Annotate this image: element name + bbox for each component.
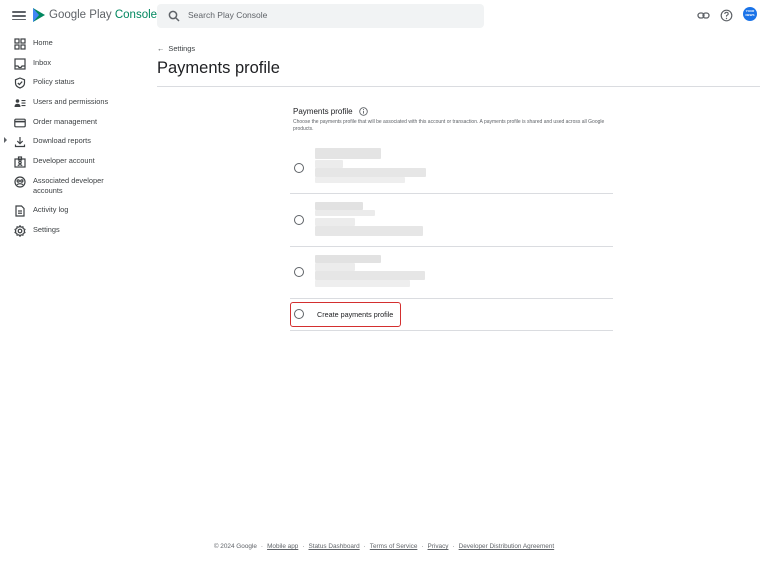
sidebar-item-home[interactable]: Home [0, 35, 150, 55]
radio-button[interactable] [294, 163, 304, 173]
footer-link-privacy[interactable]: Privacy [428, 543, 449, 550]
redacted-text [315, 218, 355, 226]
page-title: Payments profile [157, 59, 280, 77]
redacted-text [315, 202, 363, 210]
redacted-text [315, 280, 410, 287]
top-app-bar: Google Play Console Search Play Console … [0, 0, 768, 32]
credit-card-icon [14, 118, 26, 128]
redacted-text [315, 160, 343, 168]
hamburger-menu-icon[interactable] [12, 9, 26, 23]
search-input[interactable]: Search Play Console [157, 4, 484, 28]
section-title: Payments profile [293, 107, 353, 116]
title-divider [157, 86, 760, 87]
sidebar-item-activity-log[interactable]: Activity log [0, 202, 150, 222]
footer-copyright: © 2024 Google [213, 543, 257, 550]
document-icon [15, 205, 25, 217]
back-to-settings-link[interactable]: ← Settings [157, 44, 195, 53]
grid-icon [14, 38, 26, 50]
redacted-text [315, 148, 381, 159]
payments-profile-option[interactable] [290, 140, 613, 192]
radio-button[interactable] [294, 267, 304, 277]
search-placeholder: Search Play Console [188, 10, 268, 20]
linked-accounts-icon [14, 176, 26, 188]
footer-link-terms-of-service[interactable]: Terms of Service [370, 543, 418, 550]
sidebar-item-label: Policy status [33, 77, 75, 87]
payments-profile-option[interactable] [290, 247, 613, 298]
help-icon[interactable] [720, 9, 733, 22]
info-icon[interactable] [359, 107, 368, 116]
back-arrow-icon: ← [157, 44, 165, 53]
redacted-text [315, 226, 423, 236]
option-divider [290, 298, 613, 299]
section-description: Choose the payments profile that will be… [293, 119, 605, 132]
users-icon [14, 99, 26, 108]
sidebar-item-label: Download reports [33, 136, 91, 146]
create-profile-radio-button[interactable] [294, 309, 304, 319]
sidebar-item-developer-account[interactable]: Developer account [0, 153, 150, 173]
search-icon [168, 10, 180, 22]
sidebar-item-download-reports[interactable]: Download reports [0, 133, 150, 153]
redacted-text [315, 255, 381, 263]
sidebar-item-label: Inbox [33, 57, 52, 67]
shield-icon [14, 77, 26, 90]
expand-caret-icon[interactable] [4, 137, 7, 144]
sidebar-item-policy-status[interactable]: Policy status [0, 74, 150, 94]
sidebar-item-label: Home [33, 38, 53, 47]
sidebar-item-label: Users and permissions [33, 97, 109, 107]
inbox-icon [14, 58, 26, 70]
radio-button[interactable] [294, 215, 304, 225]
footer: © 2024 Google · Mobile app · Status Dashboar… [213, 543, 555, 550]
download-icon [14, 137, 26, 148]
sidebar-item-label: Settings [33, 224, 60, 234]
play-console-logo-icon [33, 8, 45, 22]
redacted-text [315, 210, 375, 216]
sidebar-item-label: Order management [33, 116, 98, 126]
sidebar-item-label: Developer account [33, 156, 95, 166]
sidebar-item-order-management[interactable]: Order management [0, 114, 150, 134]
link-icon[interactable] [697, 9, 710, 22]
footer-link-developer-distribution-agreement[interactable]: Developer Distribution Agreement [459, 543, 555, 550]
brand-title[interactable]: Google Play Console [49, 9, 157, 21]
sidebar-item-inbox[interactable]: Inbox [0, 55, 150, 75]
footer-link-mobile-app[interactable]: Mobile app [267, 543, 298, 550]
sidebar-item-settings[interactable]: Settings [0, 222, 150, 242]
gear-icon [14, 224, 26, 237]
redacted-text [315, 271, 425, 280]
sidebar-nav: Home Inbox Policy status Users and permi… [0, 32, 150, 241]
payments-profile-option[interactable] [290, 194, 613, 246]
account-avatar[interactable]: YOUR NEWS [743, 7, 757, 21]
redacted-text [315, 168, 426, 177]
badge-icon [14, 156, 26, 168]
sidebar-item-label: Activity log [33, 204, 69, 214]
footer-link-status-dashboard[interactable]: Status Dashboard [308, 543, 359, 550]
sidebar-item-label: Associated developer accounts [33, 175, 104, 195]
create-payments-profile-label[interactable]: Create payments profile [317, 310, 393, 319]
option-divider [290, 330, 613, 331]
redacted-text [315, 177, 405, 183]
sidebar-item-users-and-permissions[interactable]: Users and permissions [0, 94, 150, 114]
sidebar-item-associated-developer-accounts[interactable]: Associated developer accounts [0, 173, 150, 202]
redacted-text [315, 263, 355, 271]
